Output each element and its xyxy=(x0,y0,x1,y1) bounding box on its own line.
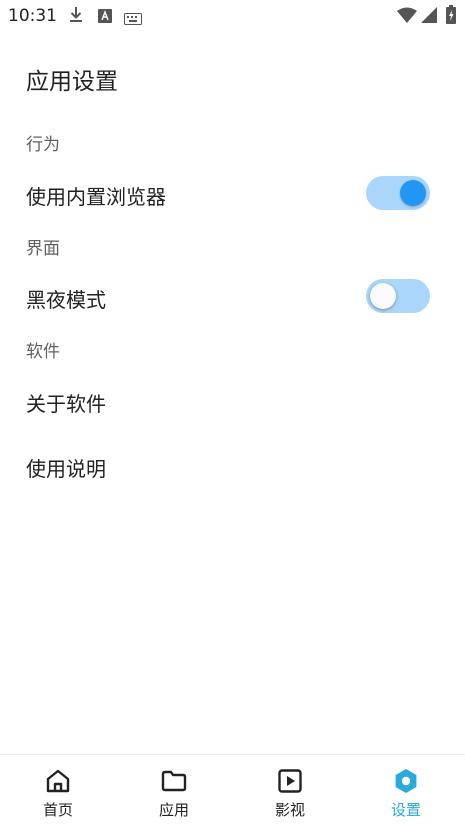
builtin-browser-toggle[interactable] xyxy=(366,176,430,210)
instructions-label: 使用说明 xyxy=(26,457,106,481)
instructions-row[interactable]: 使用说明 xyxy=(0,438,465,494)
nav-item-apps[interactable]: 应用 xyxy=(116,755,232,829)
a-box-icon xyxy=(98,8,112,27)
wifi-icon xyxy=(397,7,417,27)
status-time: 10:31 xyxy=(8,6,57,26)
folder-icon xyxy=(160,767,188,795)
keyboard-icon xyxy=(124,10,142,29)
nav-label-videos: 影视 xyxy=(274,801,305,819)
play-square-icon xyxy=(276,767,304,795)
nav-item-home[interactable]: 首页 xyxy=(0,755,116,829)
section-header-behavior: 行为 xyxy=(26,135,60,155)
about-software-row[interactable]: 关于软件 xyxy=(0,373,465,429)
section-header-software: 软件 xyxy=(26,342,60,362)
nav-item-videos[interactable]: 影视 xyxy=(232,755,348,829)
about-software-label: 关于软件 xyxy=(26,392,106,416)
nav-label-apps: 应用 xyxy=(158,801,189,819)
dark-mode-toggle[interactable] xyxy=(366,279,430,313)
settings-hexagon-icon xyxy=(392,767,420,795)
toggle-thumb xyxy=(370,283,396,309)
battery-charging-icon xyxy=(446,5,456,28)
nav-label-home: 首页 xyxy=(42,801,73,819)
status-bar: 10:31 xyxy=(0,0,465,34)
download-icon xyxy=(68,6,84,28)
bottom-navigation: 首页 应用 影视 设置 xyxy=(0,754,465,829)
nav-label-settings: 设置 xyxy=(390,801,421,819)
dark-mode-label: 黑夜模式 xyxy=(26,288,106,312)
dark-mode-setting-row[interactable]: 黑夜模式 xyxy=(0,269,465,325)
builtin-browser-setting-row[interactable]: 使用内置浏览器 xyxy=(0,166,465,222)
toggle-thumb xyxy=(400,180,426,206)
section-header-interface: 界面 xyxy=(26,239,60,259)
home-icon xyxy=(44,767,72,795)
builtin-browser-label: 使用内置浏览器 xyxy=(26,185,166,209)
signal-icon xyxy=(421,7,437,27)
page-title: 应用设置 xyxy=(26,69,118,95)
nav-item-settings[interactable]: 设置 xyxy=(348,755,464,829)
